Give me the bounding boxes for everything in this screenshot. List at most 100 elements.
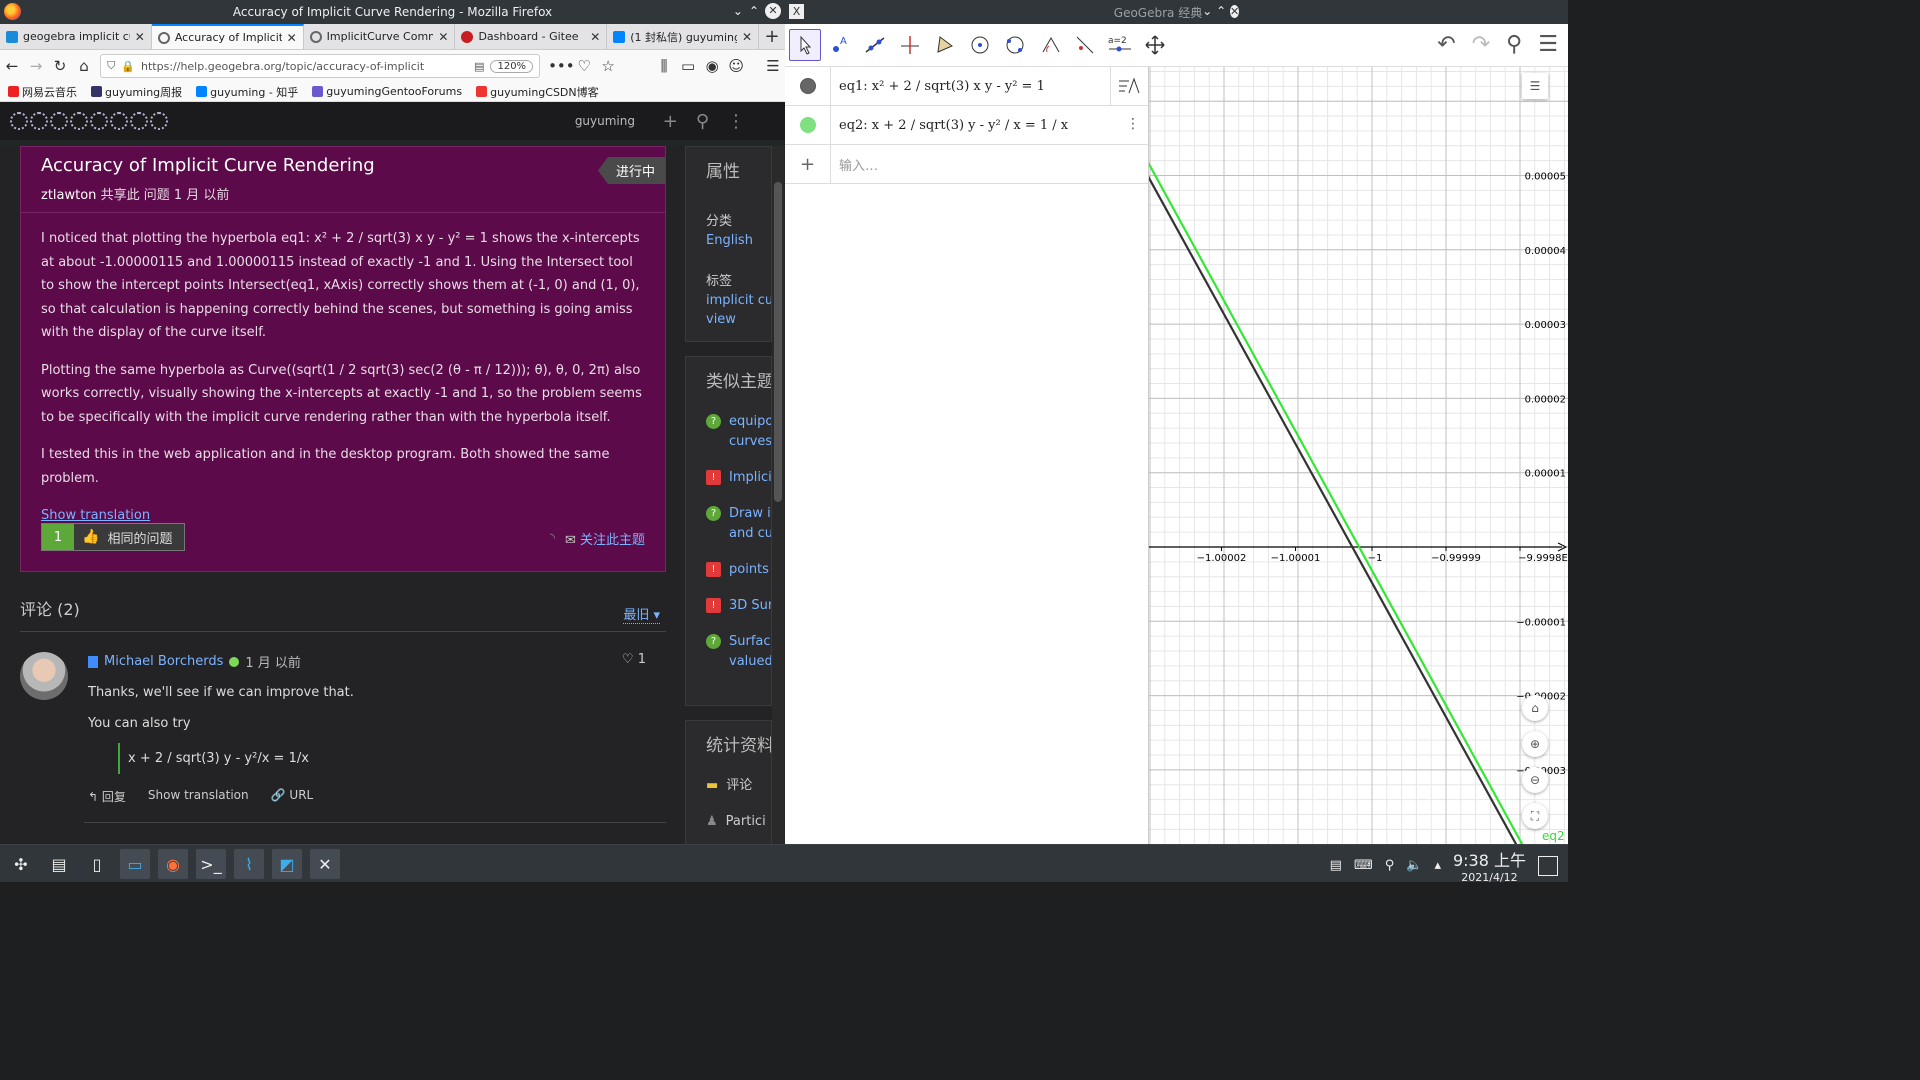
similar-topic-item[interactable]: ! 3D Sur	[686, 586, 771, 622]
redo-icon[interactable]: ↷	[1472, 32, 1490, 57]
more-vert-icon[interactable]: ⋮	[727, 111, 745, 132]
bookmark-item[interactable]: guyumingGentooForums	[312, 85, 462, 98]
close-window-icon[interactable]: ✕	[1230, 5, 1240, 18]
url-button[interactable]: 🔗 URL	[271, 788, 314, 805]
page-scrollbar[interactable]	[772, 146, 784, 844]
keyboard-icon[interactable]: ⌨	[1354, 858, 1373, 873]
library-icon[interactable]: ⫼	[656, 57, 672, 75]
graphics-style-bar-icon[interactable]: ☰	[1522, 73, 1548, 99]
zoom-in-icon[interactable]: ⊕	[1522, 731, 1548, 757]
shield-icon[interactable]: ⛉	[107, 59, 115, 73]
close-tab-icon[interactable]: ✕	[287, 31, 297, 45]
undo-icon[interactable]: ↶	[1437, 32, 1455, 57]
point-tool-icon[interactable]: A	[824, 29, 856, 61]
graphics-view[interactable]: −1.00002 −1.00001 −1 −0.99999 −9.9998E-1 0.00…	[1149, 67, 1568, 844]
forward-icon[interactable]: →	[28, 57, 44, 75]
close-tab-icon[interactable]: ✕	[590, 30, 600, 44]
plus-icon[interactable]: +	[785, 145, 831, 183]
search-icon[interactable]: ⚲	[696, 111, 709, 132]
menu-icon[interactable]: ☰	[765, 57, 781, 75]
similar-topic-item[interactable]: ?Draw inand cu	[686, 494, 771, 550]
minimize-icon[interactable]: ⌄	[1202, 4, 1212, 18]
account-icon[interactable]: ◉	[704, 57, 720, 75]
reader-view-icon[interactable]: ▤	[474, 60, 484, 73]
home-icon[interactable]: ⌂	[1522, 695, 1548, 721]
volume-icon[interactable]: 🔈	[1406, 858, 1422, 873]
avatar[interactable]	[20, 652, 68, 700]
algebra-input[interactable]: 输入…	[831, 155, 878, 174]
system-settings-icon[interactable]: ▤	[44, 849, 74, 879]
same-problem-button[interactable]: 1 👍 相同的问题	[41, 523, 186, 551]
reply-button[interactable]: ↰ 回复	[88, 788, 126, 805]
equation-eq2[interactable]: eq2: x + 2 / sqrt(3) y - y² / x = 1 / x	[831, 118, 1068, 133]
bookmark-item[interactable]: guyuming - 知乎	[196, 84, 298, 100]
post-author[interactable]: ztlawton	[41, 188, 96, 203]
zoom-out-icon[interactable]: ⊖	[1522, 767, 1548, 793]
category-link[interactable]: English	[686, 229, 771, 248]
follow-topic-link[interactable]: ✉ 关注此主题	[565, 529, 645, 548]
menu-icon[interactable]: ☰	[1538, 32, 1558, 57]
circle-tool-icon[interactable]	[964, 29, 996, 61]
terminal-icon[interactable]: >_	[196, 849, 226, 879]
search-icon[interactable]: ⚲	[1506, 32, 1522, 57]
tab-accuracy[interactable]: Accuracy of Implicit C ✕	[151, 24, 304, 49]
firefox-icon[interactable]: ◉	[158, 849, 188, 879]
similar-topic-item[interactable]: ?Surfacevalued	[686, 622, 771, 678]
tag-link[interactable]: implicit cur	[686, 289, 771, 308]
system-monitor-icon[interactable]: ⌇	[234, 849, 264, 879]
bookmark-star-icon[interactable]: ☆	[600, 57, 616, 75]
perpendicular-tool-icon[interactable]	[894, 29, 926, 61]
style-bar-toggle-icon[interactable]	[1110, 67, 1148, 105]
new-tab-button[interactable]: +	[759, 24, 785, 49]
close-tab-icon[interactable]: ✕	[135, 30, 145, 44]
show-desktop-icon[interactable]	[1538, 855, 1558, 876]
tab-bing[interactable]: geogebra implicit cur ✕	[0, 24, 152, 49]
extension-icon[interactable]: ☺	[728, 57, 744, 75]
move-tool-icon[interactable]	[789, 29, 821, 61]
x11-app-icon[interactable]: ✕	[310, 849, 340, 879]
tab-gitee[interactable]: Dashboard - Gitee ✕	[455, 24, 608, 49]
home-icon[interactable]: ⌂	[76, 57, 92, 75]
visibility-toggle[interactable]	[799, 78, 816, 94]
similar-topic-item[interactable]: !Implicit	[686, 458, 771, 494]
close-window-icon[interactable]: ✕	[765, 3, 781, 19]
clock[interactable]: 9:38 上午 2021/4/12	[1453, 847, 1526, 884]
equation-eq1[interactable]: eq1: x² + 2 / sqrt(3) x y - y² = 1	[831, 79, 1045, 94]
tray-expand-icon[interactable]: ▴	[1434, 858, 1441, 873]
sidebar-icon[interactable]: ▭	[680, 57, 696, 75]
plus-icon[interactable]: +	[663, 111, 678, 132]
line-tool-icon[interactable]	[859, 29, 891, 61]
graphics-canvas[interactable]: −1.00002 −1.00001 −1 −0.99999 −9.9998E-1 0.00…	[1149, 67, 1568, 844]
bookmark-item[interactable]: guyuming周报	[91, 84, 182, 100]
url-text[interactable]: https://help.geogebra.org/topic/accuracy…	[141, 60, 468, 73]
comment-author[interactable]: Michael Borcherds	[104, 654, 223, 669]
slider-tool-icon[interactable]: a=2	[1104, 29, 1136, 61]
close-tab-icon[interactable]: ✕	[742, 30, 752, 44]
file-manager-icon[interactable]: ▭	[120, 849, 150, 879]
circle-three-points-icon[interactable]	[999, 29, 1031, 61]
show-translation-button[interactable]: Show translation	[148, 788, 249, 805]
app-launcher-icon[interactable]: ✣	[6, 849, 36, 879]
screenshot-icon[interactable]: ◩	[272, 849, 302, 879]
reload-icon[interactable]: ↻	[52, 57, 68, 75]
tag-link[interactable]: view	[686, 308, 771, 327]
back-icon[interactable]: ←	[4, 57, 20, 75]
algebra-input-row[interactable]: + 输入…	[785, 145, 1148, 184]
clipboard-icon[interactable]: ▤	[1330, 858, 1342, 873]
tab-implicitcurve[interactable]: ImplicitCurve Comma ✕	[304, 24, 456, 49]
zoom-level[interactable]: 120%	[490, 59, 534, 73]
sort-dropdown[interactable]: 最旧 ▾	[623, 604, 660, 624]
document-icon[interactable]: ▯	[82, 849, 112, 879]
pocket-icon[interactable]: ♡	[576, 57, 592, 75]
minimize-icon[interactable]: ⌄	[733, 4, 743, 18]
bookmark-item[interactable]: guyumingCSDN博客	[476, 84, 599, 100]
bookmark-item[interactable]: 网易云音乐	[8, 84, 77, 100]
site-logo[interactable]	[10, 112, 168, 130]
like-button[interactable]: ♡ 1	[622, 652, 646, 667]
polygon-tool-icon[interactable]	[929, 29, 961, 61]
close-tab-icon[interactable]: ✕	[438, 30, 448, 44]
maximize-icon[interactable]: ⌃	[749, 4, 759, 18]
similar-topic-item[interactable]: ! points	[686, 550, 771, 586]
rss-icon[interactable]: ◝	[550, 531, 555, 546]
angle-tool-icon[interactable]	[1034, 29, 1066, 61]
